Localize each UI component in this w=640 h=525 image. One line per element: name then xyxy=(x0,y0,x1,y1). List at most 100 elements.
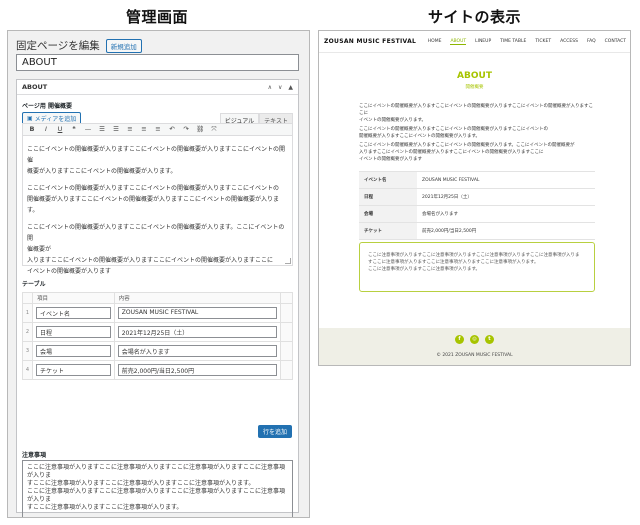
italic-icon[interactable]: I xyxy=(42,125,50,134)
metabox-header[interactable]: ABOUT ∧ ∨ ▲ xyxy=(17,80,298,95)
intro-paragraph: ここにイベントの開催概要が入りますここにイベントの開催概要が入ります。ここにイベ… xyxy=(359,143,575,162)
site-heading: サイトの表示 xyxy=(428,8,522,26)
link-icon[interactable]: ⛓ xyxy=(196,125,204,134)
row-number[interactable]: 3 xyxy=(22,341,33,361)
row-number[interactable]: 2 xyxy=(22,322,33,342)
site-intro: ここにイベントの開催概要が入りますここにイベントの開催概要が入りますここにイベン… xyxy=(359,103,595,165)
move-down-icon[interactable]: ∨ xyxy=(278,84,282,91)
table-row: チケット 前売2,000円/当日2,500円 xyxy=(359,222,595,240)
twitter-icon[interactable]: t xyxy=(485,335,494,344)
add-new-button[interactable]: 新規追加 xyxy=(105,38,142,53)
nav-ticket[interactable]: TICKET xyxy=(535,39,551,45)
instagram-icon[interactable]: ◎ xyxy=(470,335,479,344)
undo-icon[interactable]: ↶ xyxy=(168,125,176,134)
editor-paragraph: ここにイベントの開催概要が入りますここにイベントの開催概要が入ります。ここにイベ… xyxy=(27,224,285,275)
page-title: 固定ページを編集 xyxy=(16,40,100,52)
redo-icon[interactable]: ↷ xyxy=(182,125,190,134)
nav-timetable[interactable]: TIME TABLE xyxy=(500,39,526,45)
nav-lineup[interactable]: LINEUP xyxy=(475,39,491,45)
strikethrough-icon[interactable]: — xyxy=(84,125,92,134)
section-subtitle: 開催概要 xyxy=(465,85,484,90)
add-media-label: メディアを追加 xyxy=(34,116,77,123)
site-header: ZOUSAN MUSIC FESTIVAL HOME ABOUT LINEUP … xyxy=(319,31,630,53)
editor-paragraph: ここにイベントの開催概要が入りますここにイベントの開催概要が入りますここにイベン… xyxy=(27,185,280,214)
resize-handle-icon[interactable] xyxy=(285,258,291,264)
blockquote-icon[interactable]: ❝ xyxy=(70,125,78,134)
key-input[interactable]: イベント名 xyxy=(36,307,111,319)
fullscreen-icon[interactable]: ⤧ xyxy=(210,125,218,134)
repeater-table: 項目 内容 1 イベント名 ZOUSAN MUSIC FESTIVAL 2 日程… xyxy=(22,292,293,380)
key-input[interactable]: 日程 xyxy=(36,326,111,338)
title-input[interactable]: ABOUT xyxy=(16,54,299,71)
info-value: 2021年12月25日（土） xyxy=(417,188,595,206)
notice-textarea[interactable]: ここに注意事項が入りますここに注意事項が入りますここに注意事項が入りますここに注… xyxy=(22,460,293,517)
table-row: イベント名 ZOUSAN MUSIC FESTIVAL xyxy=(359,171,595,189)
site-preview: ZOUSAN MUSIC FESTIVAL HOME ABOUT LINEUP … xyxy=(318,30,631,366)
nav-faq[interactable]: FAQ xyxy=(587,39,596,45)
info-key: チケット xyxy=(359,222,417,240)
table-row: 4 チケット 前売2,000円/当日2,500円 xyxy=(22,360,293,380)
align-center-icon[interactable]: ≡ xyxy=(140,125,148,134)
editor-body[interactable]: ここにイベントの開催概要が入りますここにイベントの開催概要が入りますここにイベン… xyxy=(22,136,293,275)
admin-heading: 管理画面 xyxy=(126,8,189,26)
table-row: 会場 会場名が入ります xyxy=(359,205,595,223)
admin-panel: 固定ページを編集 新規追加 ABOUT ABOUT ∧ ∨ ▲ ページ用 開催概… xyxy=(7,30,310,518)
copyright: © 2021 ZOUSAN MUSIC FESTIVAL xyxy=(436,353,513,358)
row-remove-handle[interactable] xyxy=(280,322,293,342)
toggle-panel-icon[interactable]: ▲ xyxy=(288,84,293,91)
info-key: イベント名 xyxy=(359,171,417,189)
site-notice-box: ここに注意事項が入りますここに注意事項が入りますここに注意事項が入りますここに注… xyxy=(359,242,595,292)
nav-contact[interactable]: CONTACT xyxy=(605,39,626,45)
nav-about[interactable]: ABOUT xyxy=(450,39,467,45)
editor-paragraph: ここにイベントの開催概要が入りますここにイベントの開催概要が入りますここにイベン… xyxy=(27,146,286,175)
bullet-list-icon[interactable]: ☰ xyxy=(98,125,106,134)
numbered-list-icon[interactable]: ☰ xyxy=(112,125,120,134)
value-input[interactable]: 2021年12月25日（土） xyxy=(117,326,277,338)
add-row-button[interactable]: 行を追加 xyxy=(257,425,292,438)
table-label: テーブル xyxy=(22,281,46,288)
row-remove-handle[interactable] xyxy=(280,360,293,380)
notice-text: ここに注意事項が入りますここに注意事項が入りますここに注意事項が入りますここに注… xyxy=(27,464,286,511)
value-input[interactable]: ZOUSAN MUSIC FESTIVAL xyxy=(117,307,277,319)
row-number[interactable]: 4 xyxy=(22,360,33,380)
table-field: 項目 内容 1 イベント名 ZOUSAN MUSIC FESTIVAL 2 日程… xyxy=(22,292,293,380)
site-logo[interactable]: ZOUSAN MUSIC FESTIVAL xyxy=(324,38,416,45)
summary-label: ページ用 開催概要 xyxy=(22,103,72,110)
sns-links: f ◎ t xyxy=(319,335,630,344)
table-row: 2 日程 2021年12月25日（土） xyxy=(22,322,293,342)
row-remove-handle[interactable] xyxy=(280,303,293,323)
editor-toolbar: B I U ❝ — ☰ ☰ ≡ ≡ ≡ ↶ ↷ ⛓ ⤧ xyxy=(22,123,293,136)
table-row: 日程 2021年12月25日（土） xyxy=(359,188,595,206)
admin-title-row: 固定ページを編集 新規追加 xyxy=(16,38,142,53)
metabox-controls: ∧ ∨ ▲ xyxy=(268,84,293,91)
align-left-icon[interactable]: ≡ xyxy=(126,125,134,134)
value-input[interactable]: 前売2,000円/当日2,500円 xyxy=(117,364,277,376)
table-header-key: 項目 xyxy=(32,292,115,304)
table-row: 1 イベント名 ZOUSAN MUSIC FESTIVAL xyxy=(22,303,293,323)
align-right-icon[interactable]: ≡ xyxy=(154,125,162,134)
nav-home[interactable]: HOME xyxy=(428,39,442,45)
bold-icon[interactable]: B xyxy=(28,125,36,134)
info-key: 日程 xyxy=(359,188,417,206)
row-remove-handle[interactable] xyxy=(280,341,293,361)
site-notice-text: ここに注意事項が入りますここに注意事項が入りますここに注意事項が入りますここに注… xyxy=(368,253,580,272)
nav-access[interactable]: ACCESS xyxy=(560,39,578,45)
site-footer: f ◎ t © 2021 ZOUSAN MUSIC FESTIVAL xyxy=(319,328,630,365)
underline-icon[interactable]: U xyxy=(56,125,64,134)
info-value: 前売2,000円/当日2,500円 xyxy=(417,222,595,240)
table-header-num xyxy=(22,292,33,304)
key-input[interactable]: チケット xyxy=(36,364,111,376)
site-info-table: イベント名 ZOUSAN MUSIC FESTIVAL 日程 2021年12月2… xyxy=(359,171,595,240)
key-input[interactable]: 会場 xyxy=(36,345,111,357)
info-value: ZOUSAN MUSIC FESTIVAL xyxy=(417,171,595,189)
facebook-icon[interactable]: f xyxy=(455,335,464,344)
table-header-remove xyxy=(280,292,293,304)
move-up-icon[interactable]: ∧ xyxy=(268,84,272,91)
info-key: 会場 xyxy=(359,205,417,223)
info-value: 会場名が入ります xyxy=(417,205,595,223)
custom-fields-metabox: ABOUT ∧ ∨ ▲ ページ用 開催概要 ▣ メディアを追加 ビジュアル テキ… xyxy=(16,79,299,517)
value-input[interactable]: 会場名が入ります xyxy=(117,345,277,357)
row-number[interactable]: 1 xyxy=(22,303,33,323)
section-title: ABOUT xyxy=(457,71,492,81)
notice-label: 注意事項 xyxy=(22,452,47,459)
